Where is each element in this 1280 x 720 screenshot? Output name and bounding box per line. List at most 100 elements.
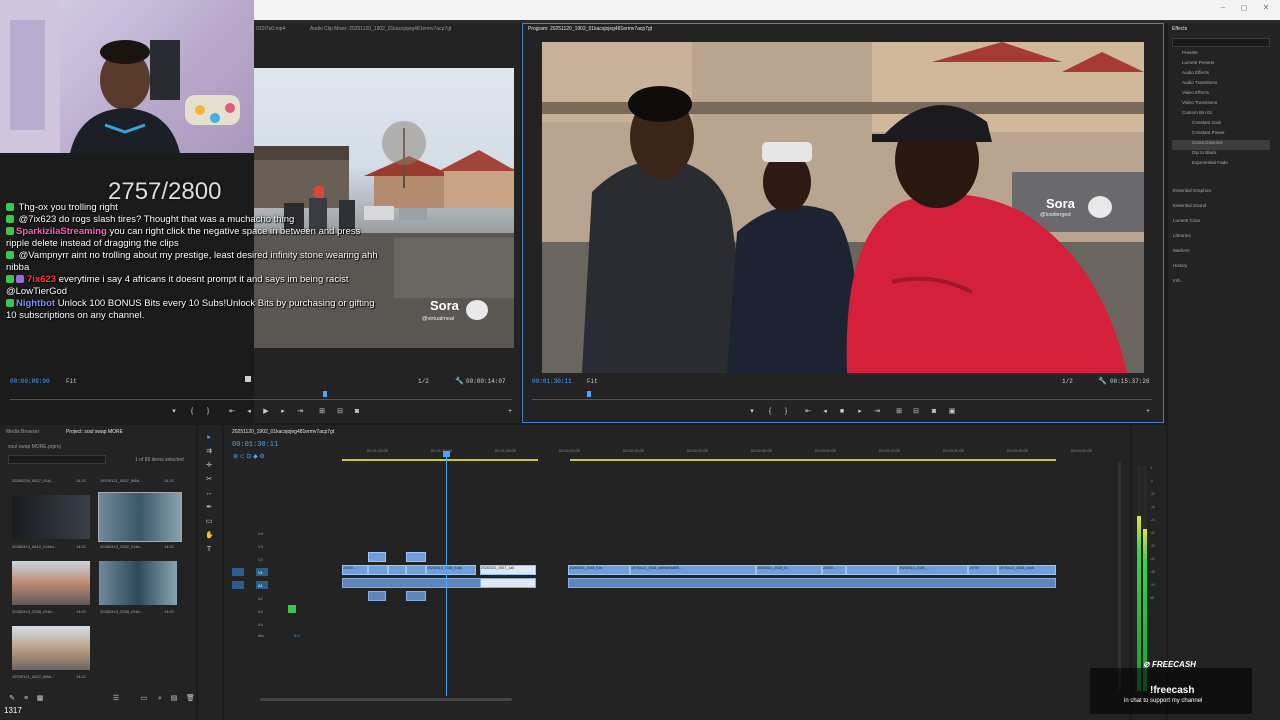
sequence-tab[interactable]: 20251120_1902_01kacsjojeg481ermv7acp7gt — [232, 429, 334, 435]
add-marker-icon[interactable]: ▾ — [170, 408, 178, 416]
stop-icon[interactable]: ■ — [838, 408, 846, 416]
automate-icon[interactable]: ▭ — [140, 695, 148, 703]
timeline-clip-v1[interactable] — [368, 565, 388, 575]
button-editor-plus-icon[interactable]: + — [506, 408, 514, 416]
effects-tree-item[interactable]: Audio Transitions — [1172, 80, 1270, 90]
timeline-clip-v2[interactable] — [406, 552, 426, 562]
section-libraries[interactable]: Libraries — [1173, 233, 1273, 248]
mark-out-icon[interactable]: } — [204, 408, 212, 416]
go-to-out-icon[interactable]: ⇥ — [296, 408, 304, 416]
timeline-ruler[interactable]: 00:01:15:00 00:01:30:00 00:01:45:00 00:0… — [340, 446, 1120, 460]
type-tool-icon[interactable]: T — [205, 546, 213, 554]
track-label-a1[interactable]: A1 — [258, 583, 263, 588]
section-essential-graphics[interactable]: Essential Graphics — [1173, 188, 1273, 203]
program-fit-dropdown[interactable]: Fit — [587, 378, 598, 385]
play-icon[interactable]: ▶ — [262, 408, 270, 416]
step-forward-icon[interactable]: ▸ — [856, 408, 864, 416]
timeline-tracks-area[interactable]: 20260... 20260313_7338_01kk 20260321_063… — [340, 528, 1120, 638]
minimize-button[interactable]: – — [1215, 2, 1231, 14]
effects-tree-item[interactable]: Video Effects — [1172, 90, 1270, 100]
work-area-bar[interactable] — [570, 459, 1056, 461]
pen-tool-icon[interactable]: ✒ — [205, 504, 213, 512]
effects-tree-item[interactable]: Audio Effects — [1172, 70, 1270, 80]
wrench-icon[interactable]: 🔧 — [1098, 377, 1107, 385]
hand-tool-icon[interactable]: ✋ — [205, 532, 214, 540]
effects-tree-item[interactable]: Lumetri Presets — [1172, 60, 1270, 70]
source-resolution-dropdown[interactable]: 1/2 — [418, 378, 429, 385]
trash-icon[interactable]: 🗑 — [186, 695, 195, 703]
track-select-tool-icon[interactable]: ⇉ — [205, 448, 213, 456]
timeline-clip-v1[interactable] — [846, 565, 898, 575]
timeline-clip-v1[interactable]: 20260... — [342, 565, 368, 575]
timeline-vertical-scrollbar[interactable] — [1118, 462, 1121, 690]
mark-out-icon[interactable]: } — [782, 408, 790, 416]
new-bin-icon[interactable]: ▤ — [170, 695, 178, 703]
find-icon[interactable]: ⌕ — [156, 695, 164, 703]
timeline-audio-clip-a2[interactable] — [368, 591, 386, 601]
comparison-view-icon[interactable]: ▣ — [948, 408, 956, 416]
solo-button-a3[interactable] — [288, 605, 296, 613]
timeline-tool-icons[interactable]: ⊕ ⊂ ⊡ ◆ ⚙ — [233, 453, 265, 460]
step-back-icon[interactable]: ◂ — [245, 408, 253, 416]
effects-tree-item[interactable]: Custom Bin 01 — [1172, 110, 1270, 120]
source-patch-a1[interactable] — [232, 581, 244, 589]
source-marker-icon[interactable] — [245, 376, 251, 382]
section-essential-sound[interactable]: Essential Sound — [1173, 203, 1273, 218]
insert-icon[interactable]: ⊞ — [318, 408, 326, 416]
audio-clip-mixer-tab[interactable]: Audio Clip Mixer: 20251120_1902_01kacsjo… — [310, 26, 451, 32]
work-area-bar[interactable] — [342, 459, 538, 461]
media-browser-tab[interactable]: Media Browser — [6, 429, 39, 435]
timeline-clip-v1[interactable]: 19700121_0638_a88fa59a858... — [630, 565, 756, 575]
track-label-v3[interactable]: V3 — [258, 544, 263, 549]
source-playhead[interactable] — [323, 391, 327, 397]
wrench-icon[interactable]: 🔧 — [455, 377, 464, 385]
section-info[interactable]: Info — [1173, 278, 1273, 293]
step-forward-icon[interactable]: ▸ — [279, 408, 287, 416]
effects-search-input[interactable] — [1172, 38, 1270, 47]
effects-tree-item-selected[interactable]: Cross Dissolve — [1172, 140, 1270, 150]
source-tab-clip[interactable]: 032f7a0.mp4 — [256, 26, 285, 32]
track-label-v1[interactable]: V1 — [258, 570, 263, 575]
selection-tool-icon[interactable]: ▸ — [205, 434, 213, 442]
timeline-clip-v1[interactable] — [406, 565, 426, 575]
timeline-clip-v2[interactable] — [368, 552, 386, 562]
project-tab[interactable]: Project: soul swap MORE — [66, 429, 123, 435]
project-thumbnail-selected[interactable] — [98, 492, 182, 542]
timeline-zoom-scrollbar[interactable] — [260, 698, 512, 701]
program-playhead[interactable] — [587, 391, 591, 397]
timeline-clip-v1[interactable] — [388, 565, 406, 575]
timeline-clip-v1[interactable]: 19700 — [968, 565, 998, 575]
ripple-edit-tool-icon[interactable]: ✛ — [205, 462, 213, 470]
effects-tree-item[interactable]: Constant Gain — [1172, 120, 1270, 130]
track-label-a3[interactable]: A3 — [258, 609, 263, 614]
effects-tree-item[interactable]: Exponential Fade — [1172, 160, 1270, 170]
sort-icon[interactable]: ☰ — [112, 695, 120, 703]
timeline-clip-v1[interactable]: 20260313_7338_01kk — [426, 565, 476, 575]
section-lumetri-color[interactable]: Lumetri Color — [1173, 218, 1273, 233]
project-thumbnail[interactable] — [12, 561, 90, 605]
project-thumbnail[interactable] — [12, 626, 90, 670]
go-to-out-icon[interactable]: ⇥ — [873, 408, 881, 416]
project-thumbnail[interactable] — [99, 561, 177, 605]
program-timecode[interactable]: 00:01:30:11 — [532, 378, 572, 385]
pencil-icon[interactable]: ✎ — [8, 695, 16, 703]
export-frame-icon[interactable]: ◙ — [930, 408, 938, 416]
source-fit-dropdown[interactable]: Fit — [66, 378, 77, 385]
timeline-clip-v1[interactable]: 20260304_2018_01k — [568, 565, 630, 575]
mix-value[interactable]: 0.0 — [294, 633, 300, 638]
close-button[interactable]: ✕ — [1258, 2, 1274, 14]
list-view-icon[interactable]: ≡ — [22, 695, 30, 703]
timeline-clip-v1-selected[interactable]: 20260321_0637_1a0 — [480, 565, 536, 575]
timeline-audio-clip-a1[interactable] — [568, 578, 1056, 588]
lift-icon[interactable]: ⊞ — [895, 408, 903, 416]
effects-tree-item[interactable]: Video Transitions — [1172, 100, 1270, 110]
project-thumbnail[interactable] — [12, 495, 90, 539]
mark-in-icon[interactable]: { — [188, 408, 196, 416]
extract-icon[interactable]: ⊟ — [912, 408, 920, 416]
track-label-a4[interactable]: A4 — [258, 622, 263, 627]
program-resolution-dropdown[interactable]: 1/2 — [1062, 378, 1073, 385]
effects-tree-item[interactable]: Constant Power — [1172, 130, 1270, 140]
slip-tool-icon[interactable]: ↔ — [205, 490, 213, 498]
track-label-v4[interactable]: V4 — [258, 531, 263, 536]
export-frame-icon[interactable]: ◙ — [353, 408, 361, 416]
